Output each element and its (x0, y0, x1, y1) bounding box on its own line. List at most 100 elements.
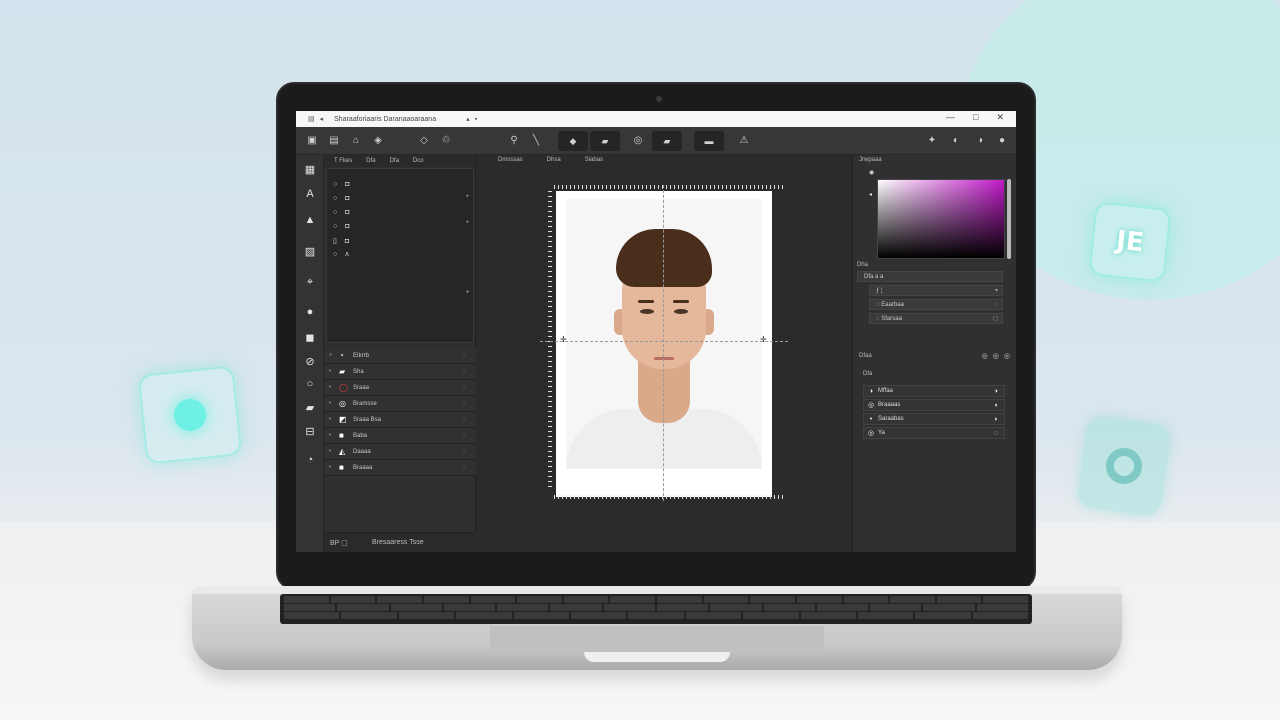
tab-two[interactable]: Dfa (390, 158, 399, 164)
list-item[interactable]: • ◯ Sraaa ◌ (324, 380, 476, 396)
list-item[interactable]: ○ ◘ (333, 223, 349, 230)
list-item[interactable]: • ◩ Sraaa Bsa ◌ (324, 412, 476, 428)
visibility-icon[interactable]: ◑ (994, 388, 998, 395)
eye-icon[interactable]: ◎ (630, 133, 646, 149)
guide-handle-icon[interactable]: ✛ (560, 335, 567, 344)
settings-icon[interactable]: ◌ (994, 302, 998, 308)
blend-select[interactable]: ƒ ¦ ▾ (869, 285, 1003, 296)
mask-icon[interactable]: ◎ (993, 352, 999, 360)
clipboard-tool-icon[interactable]: ▨ (303, 245, 317, 259)
layers-actions: ◎ ◎ ◎ (982, 352, 1010, 360)
hand-tool-icon[interactable]: ▰ (303, 401, 317, 415)
visibility-icon[interactable]: ◖ (994, 402, 998, 409)
effect-row[interactable]: ◌ Sfarsaa ◻ (869, 313, 1003, 324)
box-icon[interactable]: ◻ (993, 315, 998, 322)
shape-icon[interactable]: ◇ (416, 133, 432, 149)
sparkle-icon[interactable]: ✦ (924, 133, 940, 149)
tab-sizes[interactable]: Siabas (585, 157, 603, 163)
close-button[interactable]: ✕ (996, 112, 1004, 123)
list-item[interactable]: • ◎ Bramsse ◌ (324, 396, 476, 412)
layers-icon[interactable]: ◈ (370, 133, 386, 149)
list-item[interactable]: • ▰ Sha ◌ (324, 364, 476, 380)
scroll-tick: ▸ (466, 219, 469, 225)
contrast-icon[interactable]: ◐ (948, 133, 964, 149)
list-item[interactable]: ▯ ◘ (333, 237, 349, 246)
layer-row[interactable]: ◎ Ya ◌ (863, 427, 1005, 439)
toggle-icon[interactable]: ◌ (462, 352, 476, 359)
menu-icon[interactable]: ▤ (308, 115, 315, 123)
list-item[interactable]: ⌕ ◔ Etkrrb ◌ (324, 348, 476, 364)
fill-tool-chip[interactable]: ◆ (558, 131, 588, 151)
frame-tool-chip[interactable]: ▰ (652, 131, 682, 151)
add-layer-icon[interactable]: ◎ (982, 352, 988, 360)
laptop-base (192, 586, 1122, 670)
back-icon[interactable]: ◂ (320, 115, 324, 123)
crop-tool-chip[interactable]: ▰ (590, 131, 620, 151)
list-item[interactable]: ○ ◘ (333, 195, 349, 202)
maximize-button[interactable]: □ (973, 112, 978, 123)
hue-slider[interactable] (1007, 179, 1011, 259)
list-item[interactable]: ○ ʌ (333, 251, 349, 258)
chevron-down-icon: ▾ (994, 288, 998, 294)
tab-view[interactable]: Dhsa (547, 157, 561, 163)
list-item[interactable]: • ■ Braaaa ◌ (324, 460, 476, 476)
delete-icon[interactable]: ◎ (1004, 352, 1010, 360)
moon-icon[interactable]: ◑ (972, 133, 988, 149)
tab-files[interactable]: T Fkes (334, 158, 352, 164)
toggle-icon[interactable]: ◌ (462, 448, 476, 455)
effect-row[interactable]: ◌ Eaarbaa ◌ (869, 299, 1003, 310)
hex-field[interactable]: Dfa a a (857, 271, 1003, 282)
tab-document[interactable]: Dmsssas (498, 157, 523, 163)
new-file-icon[interactable]: ▣ (304, 133, 320, 149)
zoom-icon[interactable]: ⚲ (506, 133, 522, 149)
color-mode-icon[interactable]: ◉ (869, 169, 874, 176)
list-item[interactable]: • ■ Baba ◌ (324, 428, 476, 444)
layers-filter[interactable]: Dfa (863, 371, 872, 377)
layer-row[interactable]: • Saraabas ◗ (863, 413, 1005, 425)
guide-handle-icon[interactable]: ✛ (760, 335, 767, 344)
camera-tool-icon[interactable]: ◼ (303, 331, 317, 345)
list-item[interactable]: ○ ◘ (333, 181, 349, 188)
vertical-guide[interactable] (663, 185, 664, 501)
toggle-icon[interactable]: ◌ (462, 416, 476, 423)
open-icon[interactable]: ▤ (326, 133, 342, 149)
ratio-tool-chip[interactable]: ▬ (694, 131, 724, 151)
color-picker[interactable] (877, 179, 1005, 259)
text-tool-icon[interactable]: A (303, 187, 317, 201)
toggle-icon[interactable]: ◌ (462, 432, 476, 439)
history-tool-icon[interactable]: ◔ (303, 453, 317, 467)
triangle-tool-icon[interactable]: ▲ (303, 213, 317, 227)
tab-one[interactable]: Dfa (366, 158, 375, 164)
list-item[interactable]: • ◭ Daaaa ◌ (324, 444, 476, 460)
toggle-icon[interactable]: ◌ (462, 384, 476, 391)
canvas-area[interactable]: Dmsssas Dhsa Siabas ✛ ✛ (476, 155, 852, 552)
layer-row[interactable]: ◑ Mffaa ◑ (863, 385, 1005, 397)
visibility-icon[interactable]: ◌ (994, 430, 998, 437)
layer-row[interactable]: ◎ Braaaas ◖ (863, 399, 1005, 411)
recycle-icon[interactable]: ♲ (438, 133, 454, 149)
toggle-icon[interactable]: ◌ (462, 464, 476, 471)
lock-tool-icon[interactable]: ⊟ (303, 425, 317, 439)
home-icon[interactable]: ⌂ (348, 133, 364, 149)
line-tool-icon[interactable]: ╲ (528, 133, 544, 149)
ellipse-tool-icon[interactable]: ○ (303, 377, 317, 391)
visibility-icon[interactable]: ◗ (994, 416, 998, 423)
toggle-icon[interactable]: ◌ (462, 400, 476, 407)
toggle-icon[interactable]: ◌ (462, 368, 476, 375)
pin-icon[interactable]: ▪ (475, 116, 477, 123)
key-row (284, 612, 1029, 619)
account-icon[interactable]: ● (994, 133, 1010, 149)
panel-title[interactable]: Jrwpaaa (859, 157, 882, 163)
compass-tool-icon[interactable]: ● (303, 305, 317, 319)
eraser-tool-icon[interactable]: ⊘ (303, 355, 317, 369)
list-item[interactable]: ○ ◘ (333, 209, 349, 216)
trackpad (490, 626, 824, 652)
brush-tool-icon[interactable]: ⌖ (303, 275, 317, 289)
tab-three[interactable]: Dco (413, 158, 424, 164)
grid-tool-icon[interactable]: ▦ (303, 163, 317, 177)
layer-tree: ○ ◘ ○ ◘ ○ ◘ ○ ◘ ▯ ◘ ○ ʌ ▸ ▸ ● (326, 168, 474, 343)
alert-icon[interactable]: ⚠ (736, 133, 752, 149)
document-page[interactable] (556, 191, 772, 497)
horizontal-guide[interactable] (540, 341, 788, 342)
minimize-button[interactable]: — (946, 112, 955, 123)
